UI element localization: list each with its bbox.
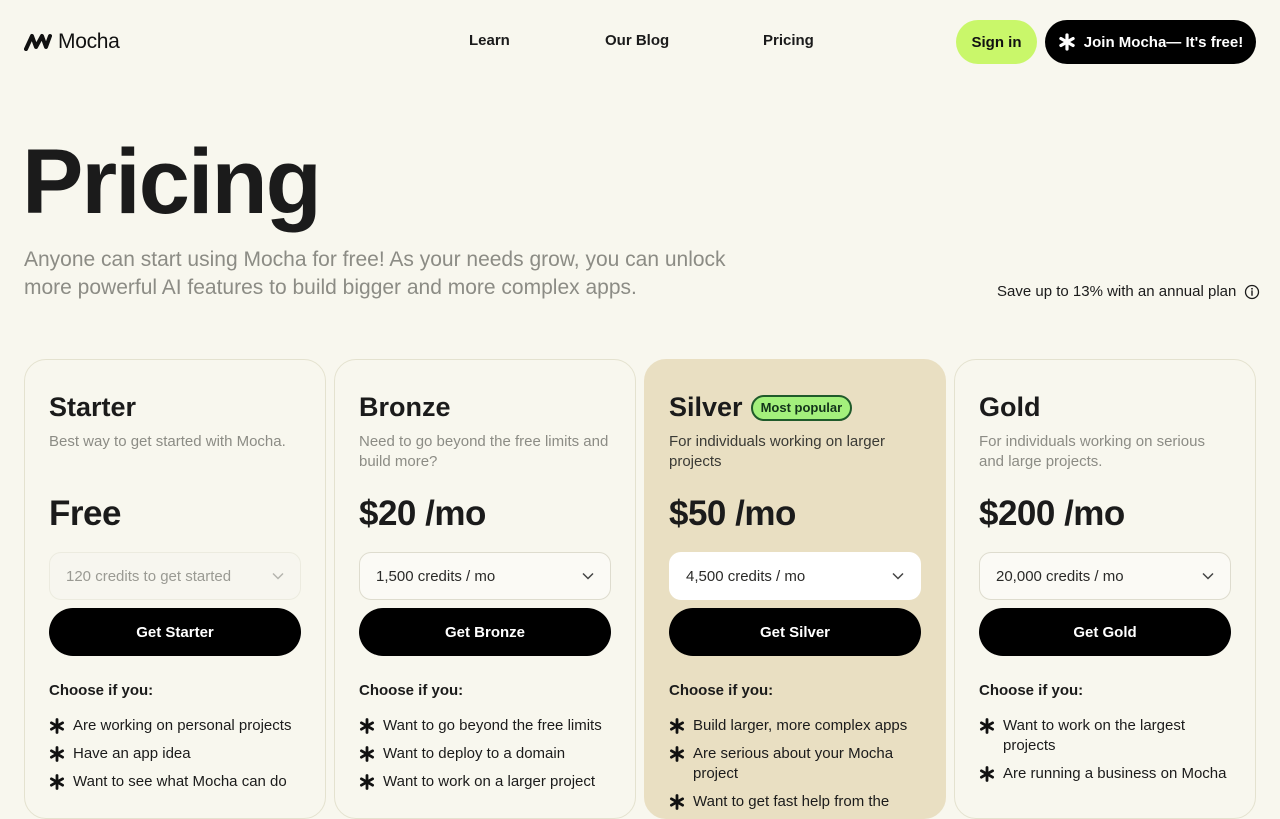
asterisk-icon (1059, 33, 1075, 51)
feature-text: Want to work on a larger project (383, 773, 596, 790)
asterisk-icon (360, 718, 375, 734)
chevron-down-icon (892, 572, 904, 580)
plan-description: Best way to get started with Mocha. (49, 433, 286, 450)
credits-select[interactable]: 20,000 credits / mo (979, 552, 1231, 600)
plan-description: For individuals working on larger projec… (669, 433, 885, 470)
feature-list: Are working on personal projects Have an… (49, 716, 305, 800)
plan-card-silver: Silver Most popular For individuals work… (644, 359, 946, 819)
list-item: Want to see what Mocha can do (49, 772, 305, 792)
chevron-down-icon (272, 572, 284, 580)
page-title: Pricing (22, 131, 322, 233)
plan-name: Bronze (359, 392, 451, 423)
page-subtitle: Anyone can start using Mocha for free! A… (24, 248, 726, 299)
credits-select[interactable]: 1,500 credits / mo (359, 552, 611, 600)
nav-learn[interactable]: Learn (469, 32, 510, 49)
list-item: Want to deploy to a domain (359, 744, 615, 764)
choose-if-heading: Choose if you: (359, 682, 464, 699)
annual-plan-note[interactable]: Save up to 13% with an annual plan (997, 283, 1260, 300)
plan-name: Silver Most popular (669, 392, 853, 423)
get-starter-button[interactable]: Get Starter (49, 608, 301, 656)
most-popular-badge: Most popular (750, 394, 853, 421)
feature-text: Want to get fast help from the (693, 793, 890, 810)
asterisk-icon (670, 718, 685, 734)
annual-plan-text: Save up to 13% with an annual plan (997, 283, 1237, 300)
feature-text: Want to work on the largest projects (1003, 717, 1186, 754)
feature-text: Want to go beyond the free limits (383, 717, 602, 734)
feature-text: Have an app idea (73, 745, 191, 762)
plan-card-gold: Gold For individuals working on serious … (954, 359, 1256, 819)
list-item: Are running a business on Mocha (979, 764, 1235, 784)
plan-description: Need to go beyond the free limits and bu… (359, 433, 609, 470)
credits-select-value: 120 credits to get started (66, 567, 232, 585)
plan-card-bronze: Bronze Need to go beyond the free limits… (334, 359, 636, 819)
credits-select-value: 1,500 credits / mo (376, 567, 496, 585)
choose-if-heading: Choose if you: (669, 682, 774, 699)
plan-name: Starter (49, 392, 136, 423)
get-gold-button[interactable]: Get Gold (979, 608, 1231, 656)
list-item: Are working on personal projects (49, 716, 305, 736)
credits-select[interactable]: 4,500 credits / mo (669, 552, 921, 600)
feature-list: Build larger, more complex apps Are seri… (669, 716, 925, 818)
feature-text: Want to deploy to a domain (383, 745, 566, 762)
sign-in-button[interactable]: Sign in (956, 20, 1037, 64)
credits-select-value: 20,000 credits / mo (996, 567, 1124, 585)
chevron-down-icon (1202, 572, 1214, 580)
feature-text: Are working on personal projects (73, 717, 292, 734)
nav-blog[interactable]: Our Blog (605, 32, 669, 49)
get-bronze-button[interactable]: Get Bronze (359, 608, 611, 656)
plan-name: Gold (979, 392, 1041, 423)
feature-list: Want to go beyond the free limits Want t… (359, 716, 615, 800)
choose-if-heading: Choose if you: (49, 682, 154, 699)
list-item: Have an app idea (49, 744, 305, 764)
get-silver-button[interactable]: Get Silver (669, 608, 921, 656)
asterisk-icon (50, 718, 65, 734)
plan-price: Free (49, 494, 121, 533)
list-item: Are serious about your Mocha project (669, 744, 925, 784)
feature-text: Build larger, more complex apps (693, 717, 908, 734)
plan-card-starter: Starter Best way to get started with Moc… (24, 359, 326, 819)
join-button[interactable]: Join Mocha— It's free! (1045, 20, 1256, 64)
list-item: Want to go beyond the free limits (359, 716, 615, 736)
plan-name-text: Bronze (359, 392, 451, 422)
asterisk-icon (980, 718, 995, 734)
plan-name-text: Gold (979, 392, 1041, 422)
feature-list: Want to work on the largest projects Are… (979, 716, 1235, 792)
choose-if-heading: Choose if you: (979, 682, 1084, 699)
list-item: Build larger, more complex apps (669, 716, 925, 736)
mocha-logo-icon (24, 34, 52, 51)
credits-select-value: 4,500 credits / mo (686, 567, 806, 585)
feature-text: Want to see what Mocha can do (73, 773, 287, 790)
asterisk-icon (980, 766, 995, 782)
asterisk-icon (360, 746, 375, 762)
plan-name-text: Silver (669, 392, 743, 422)
info-icon[interactable] (1244, 284, 1260, 300)
asterisk-icon (50, 746, 65, 762)
site-header: Mocha Learn Our Blog Pricing Sign in Joi… (0, 0, 1280, 84)
plan-name-text: Starter (49, 392, 137, 422)
logo-text: Mocha (58, 30, 120, 53)
plan-description: For individuals working on serious and l… (979, 433, 1205, 470)
asterisk-icon (670, 794, 685, 810)
asterisk-icon (360, 774, 375, 790)
plan-price: $20 /mo (359, 494, 486, 533)
feature-text: Are serious about your Mocha project (693, 745, 894, 782)
asterisk-icon (50, 774, 65, 790)
chevron-down-icon (582, 572, 594, 580)
list-item: Want to work on a larger project (359, 772, 615, 792)
list-item: Want to work on the largest projects (979, 716, 1235, 756)
feature-text: Are running a business on Mocha (1003, 765, 1227, 782)
join-button-label: Join Mocha— It's free! (1083, 33, 1244, 51)
list-item: Want to get fast help from the (669, 792, 925, 812)
credits-select[interactable]: 120 credits to get started (49, 552, 301, 600)
plan-price: $200 /mo (979, 494, 1125, 533)
asterisk-icon (670, 746, 685, 762)
nav-pricing[interactable]: Pricing (763, 32, 814, 49)
logo-link[interactable]: Mocha (24, 30, 120, 54)
plan-price: $50 /mo (669, 494, 796, 533)
